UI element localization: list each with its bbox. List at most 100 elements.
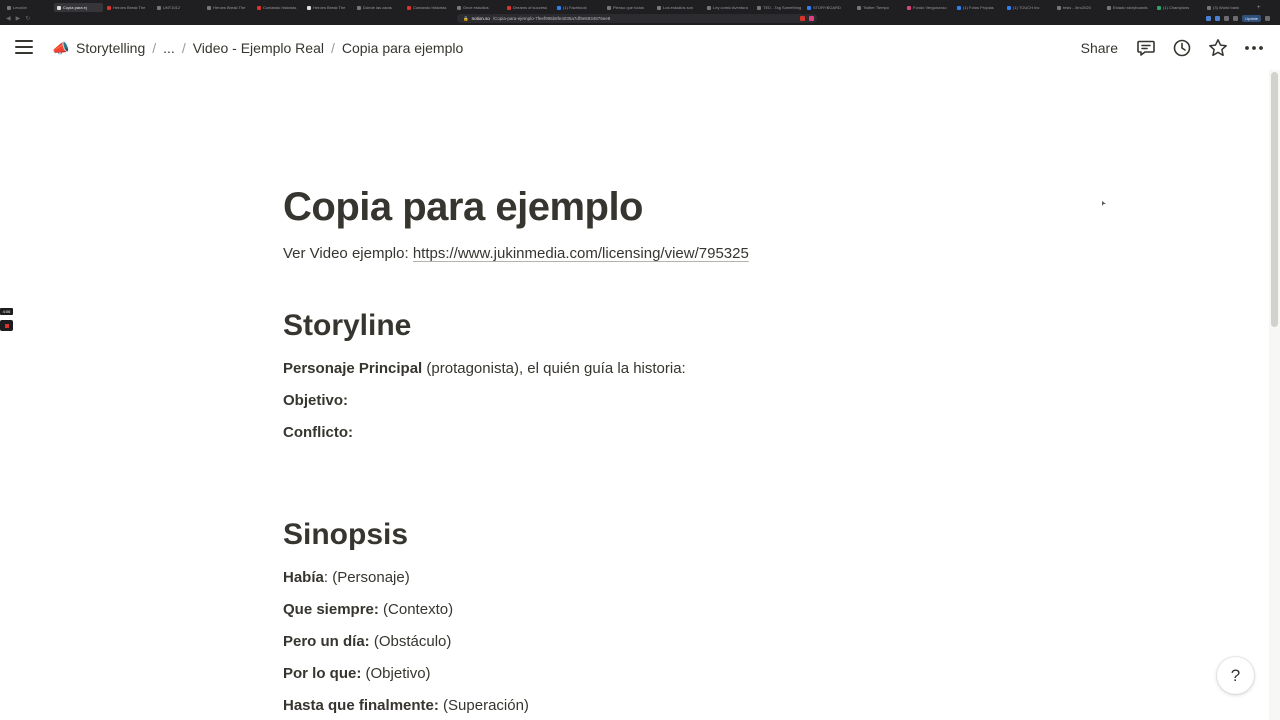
browser-tab[interactable]: Twitter Tiempo	[854, 3, 903, 12]
browser-tab[interactable]: Once estudios	[454, 3, 503, 12]
extension-icon[interactable]	[1215, 16, 1221, 21]
browser-tab[interactable]: Copia para ej	[54, 3, 103, 12]
storyline-item-label: Conflicto:	[283, 424, 353, 441]
sinopsis-item[interactable]: Que siempre: (Contexto)	[283, 601, 453, 618]
breadcrumb-separator: /	[152, 40, 157, 56]
extension-icon[interactable]	[809, 16, 814, 21]
browser-tab[interactable]: TED - Tag Something	[754, 3, 803, 12]
storyline-item[interactable]: Personaje Principal (protagonista), el q…	[283, 360, 686, 377]
extension-icon[interactable]	[1206, 16, 1212, 21]
browser-tab[interactable]: Estado storyboards	[1104, 3, 1153, 12]
browser-tab[interactable]: Dónde las caras	[354, 3, 403, 12]
browser-tab[interactable]: STORYBOARD	[804, 3, 853, 12]
heading-storyline[interactable]: Storyline	[283, 309, 411, 343]
tab-favicon-icon	[1207, 5, 1211, 10]
browser-tab-label: Dónde las caras	[363, 5, 392, 10]
video-example-line[interactable]: Ver Video ejemplo: https://www.jukinmedi…	[283, 245, 749, 262]
browser-tab[interactable]: Contando historias	[254, 3, 303, 12]
browser-tab[interactable]: Contando historias	[404, 3, 453, 12]
tab-favicon-icon	[707, 5, 711, 10]
new-tab-icon[interactable]: +	[1254, 5, 1261, 11]
reload-icon[interactable]: ↻	[25, 15, 30, 22]
tab-favicon-icon	[557, 5, 561, 10]
mouse-cursor-icon	[1102, 201, 1106, 206]
lock-icon: 🔒	[463, 15, 469, 21]
browser-update-button[interactable]: Update	[1242, 15, 1261, 22]
tab-favicon-icon	[257, 5, 261, 10]
breadcrumb-item-ellipsis[interactable]: ...	[160, 40, 178, 56]
sinopsis-item[interactable]: Por lo que: (Objetivo)	[283, 665, 431, 682]
storyline-item[interactable]: Conflicto:	[283, 424, 353, 441]
breadcrumb-item-storytelling[interactable]: 📣 Storytelling	[50, 40, 148, 57]
back-icon[interactable]: ◀	[6, 15, 11, 22]
browser-tab[interactable]: (1) TOUCH Inc	[1004, 3, 1053, 12]
browser-tab-label: Heroes Break The	[213, 5, 246, 10]
address-bar[interactable]: 🔒 notion.so/Copia-para-ejemplo-7feef995b…	[457, 14, 817, 23]
storyline-item[interactable]: Objetivo:	[283, 392, 348, 409]
browser-tab[interactable]: (1) Fotos Propias	[954, 3, 1003, 12]
browser-tab[interactable]: UNT1012	[154, 3, 203, 12]
sinopsis-item-label: Pero un día:	[283, 633, 370, 650]
url-path: /Copia-para-ejemplo-7feef995b8fe4035a7df…	[492, 16, 611, 21]
browser-tab-label: Contando historias	[263, 5, 297, 10]
breadcrumb-label: ...	[163, 40, 175, 56]
stop-icon	[4, 323, 9, 328]
sinopsis-item[interactable]: Había: (Personaje)	[283, 569, 410, 586]
browser-tab[interactable]: Los estudios son	[654, 3, 703, 12]
scrollbar-thumb[interactable]	[1271, 72, 1278, 327]
tab-favicon-icon	[207, 5, 211, 10]
breadcrumb-separator: /	[181, 40, 186, 56]
browser-tab[interactable]: Dreams of success	[504, 3, 553, 12]
browser-tab-label: tesis - 3rro2020	[1063, 5, 1091, 10]
breadcrumb-item-copia-para-ejemplo[interactable]: Copia para ejemplo	[339, 40, 466, 56]
tab-favicon-icon	[407, 5, 411, 10]
heading-sinopsis[interactable]: Sinopsis	[283, 518, 408, 552]
browser-tab-label: Dreams of success	[513, 5, 548, 10]
megaphone-icon: 📣	[52, 39, 70, 56]
history-icon[interactable]	[1172, 38, 1192, 58]
browser-tab[interactable]: Pienso que todos	[604, 3, 653, 12]
video-example-link[interactable]: https://www.jukinmedia.com/licensing/vie…	[413, 245, 749, 262]
tab-favicon-icon	[607, 5, 611, 10]
address-bar-extensions	[800, 14, 814, 23]
star-icon[interactable]	[1208, 38, 1228, 58]
browser-tab[interactable]: Heroes Break The	[204, 3, 253, 12]
sinopsis-item-text: (Superación)	[438, 697, 529, 714]
browser-tab[interactable]: (1) Facebook	[554, 3, 603, 12]
browser-tab[interactable]: Heroes Break The	[304, 3, 353, 12]
browser-tab[interactable]: (1) Champions	[1154, 3, 1203, 12]
browser-tab-label: Fondo Vergonzoso	[913, 5, 947, 10]
stop-recording-button[interactable]	[0, 320, 13, 331]
browser-menu-icon[interactable]	[1265, 16, 1270, 21]
topbar-actions: Share	[1081, 36, 1264, 60]
more-icon[interactable]	[1244, 38, 1264, 58]
page-scrollbar[interactable]	[1269, 70, 1280, 720]
browser-tab[interactable]: Fondo Vergonzoso	[904, 3, 953, 12]
browser-tab[interactable]: Heroes Break The	[104, 3, 153, 12]
browser-tab[interactable]: Ley comic Aventura	[704, 3, 753, 12]
extension-icon[interactable]	[800, 16, 805, 21]
help-button[interactable]: ?	[1217, 657, 1254, 694]
comment-icon[interactable]	[1136, 38, 1156, 58]
page-title[interactable]: Copia para ejemplo	[283, 185, 643, 230]
sidebar-toggle-icon[interactable]	[14, 38, 34, 56]
tab-favicon-icon	[957, 5, 961, 10]
extension-icon[interactable]	[1233, 16, 1239, 21]
url-host: notion.so	[471, 16, 490, 21]
browser-tab-label: Heroes Break The	[313, 5, 346, 10]
browser-tab[interactable]: (3) World bank	[1204, 3, 1253, 12]
breadcrumb-item-video-ejemplo-real[interactable]: Video - Ejemplo Real	[190, 40, 327, 56]
forward-icon[interactable]: ▶	[16, 15, 21, 22]
browser-tab[interactable]: Lección	[4, 3, 53, 12]
browser-tab-label: Lección	[13, 5, 27, 10]
extension-icon[interactable]	[1224, 16, 1230, 21]
sinopsis-item[interactable]: Hasta que finalmente: (Superación)	[283, 697, 529, 714]
tab-favicon-icon	[307, 5, 311, 10]
browser-tab[interactable]: tesis - 3rro2020	[1054, 3, 1103, 12]
browser-tab-label: Twitter Tiempo	[863, 5, 890, 10]
sinopsis-item-text: (Objetivo)	[361, 665, 431, 682]
sinopsis-item[interactable]: Pero un día: (Obstáculo)	[283, 633, 451, 650]
tab-favicon-icon	[657, 5, 661, 10]
screen-recording-indicator: 4:06	[0, 308, 13, 331]
share-button[interactable]: Share	[1081, 40, 1118, 56]
